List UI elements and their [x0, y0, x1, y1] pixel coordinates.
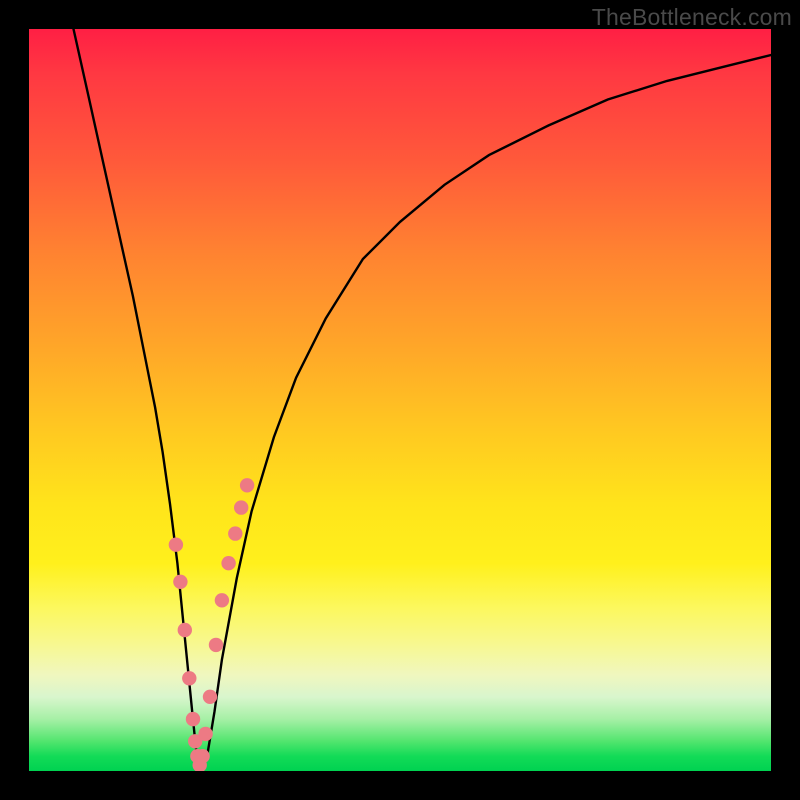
good-fit-marker — [240, 478, 254, 492]
good-fit-marker — [186, 712, 200, 726]
good-fit-marker — [228, 526, 242, 540]
chart-frame: TheBottleneck.com — [0, 0, 800, 800]
curve-layer — [29, 29, 771, 771]
good-fit-marker — [209, 638, 223, 652]
good-fit-marker — [173, 575, 187, 589]
good-fit-marker — [234, 500, 248, 514]
bottleneck-curve — [74, 29, 772, 767]
watermark-text: TheBottleneck.com — [592, 4, 792, 31]
good-fit-marker — [215, 593, 229, 607]
good-fit-marker — [203, 690, 217, 704]
plot-area — [29, 29, 771, 771]
good-fit-marker — [198, 727, 212, 741]
good-fit-marker — [182, 671, 196, 685]
good-fit-marker — [178, 623, 192, 637]
good-fit-marker — [221, 556, 235, 570]
good-fit-marker — [195, 749, 209, 763]
good-fit-marker — [169, 538, 183, 552]
